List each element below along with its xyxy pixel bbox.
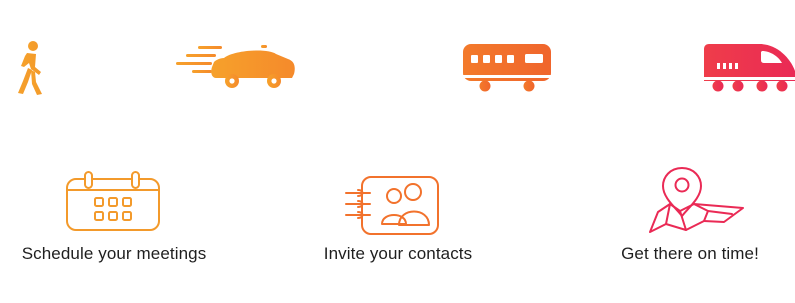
fast-car-icon (176, 40, 298, 94)
feature-label-schedule: Schedule your meetings (21, 244, 207, 263)
map-pin-icon (646, 166, 746, 238)
calendar-icon (66, 171, 160, 231)
train-icon (704, 43, 795, 95)
feature-label-invite: Invite your contacts (323, 244, 473, 263)
walking-person-icon (8, 40, 48, 96)
bus-icon (463, 44, 553, 94)
contacts-card-icon (344, 176, 440, 236)
feature-label-get-there: Get there on time! (621, 244, 759, 263)
